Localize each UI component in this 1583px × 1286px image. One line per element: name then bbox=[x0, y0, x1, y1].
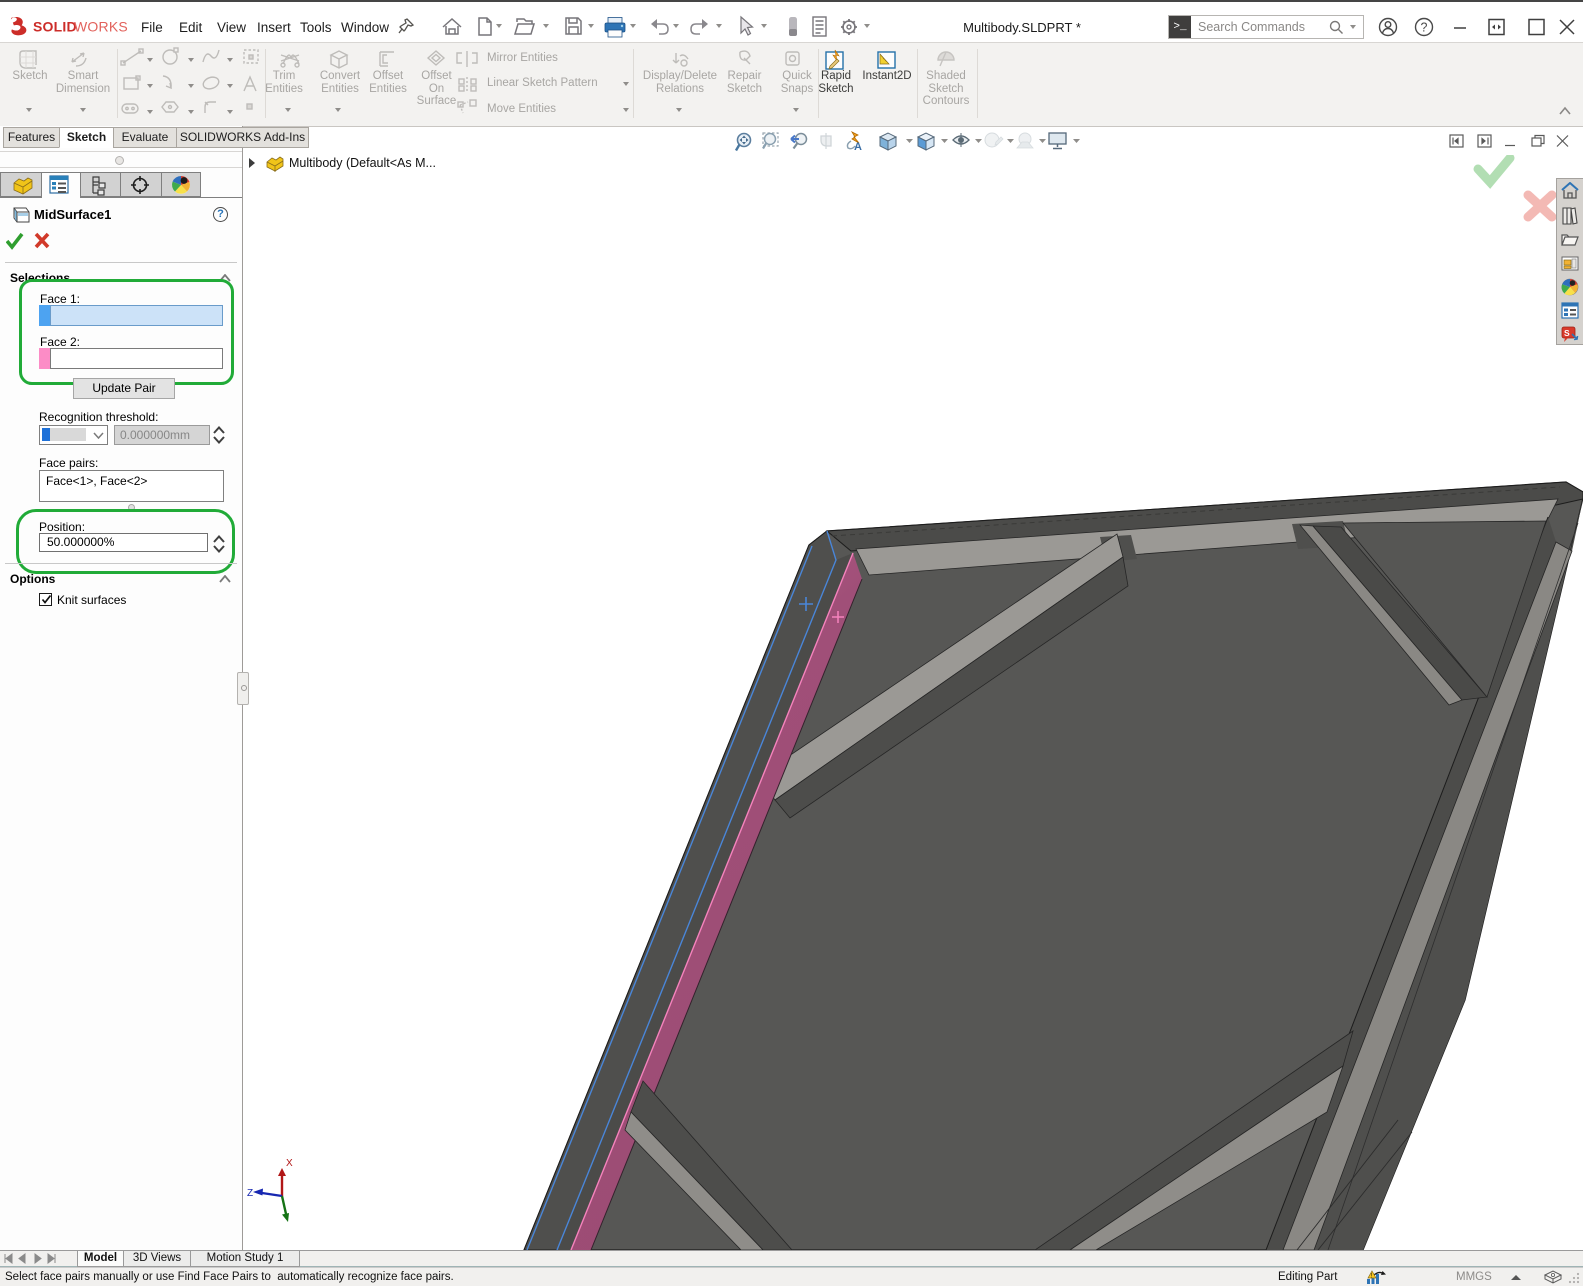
svg-text:SOLID: SOLID bbox=[33, 19, 77, 35]
svg-text:X: X bbox=[286, 1158, 293, 1169]
svg-text:A: A bbox=[854, 141, 862, 153]
svg-text:?: ? bbox=[1421, 21, 1428, 35]
svg-text:S: S bbox=[1564, 328, 1570, 338]
svg-text:WORKS: WORKS bbox=[74, 19, 128, 35]
svg-text:Z: Z bbox=[247, 1188, 253, 1199]
